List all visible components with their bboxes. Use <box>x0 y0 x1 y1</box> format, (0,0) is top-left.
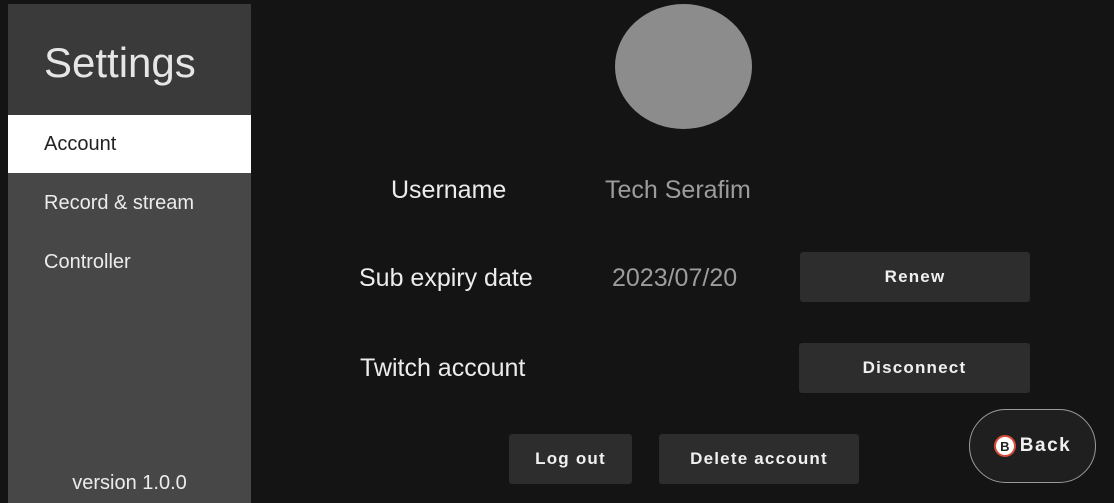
sidebar-item-label: Controller <box>44 250 131 273</box>
back-label: Back <box>1019 435 1072 456</box>
avatar <box>615 4 752 129</box>
sidebar-item-label: Account <box>44 132 117 155</box>
twitch-account-label: Twitch account <box>360 354 526 382</box>
version-text: version 1.0.0 <box>72 472 187 494</box>
sidebar-header: Settings <box>8 4 251 115</box>
b-button-icon: B <box>993 435 1016 457</box>
sidebar-item-record-stream[interactable]: Record & stream <box>8 174 251 232</box>
disconnect-button[interactable]: Disconnect <box>799 343 1030 393</box>
back-button[interactable]: B Back <box>969 409 1096 483</box>
delete-account-button[interactable]: Delete account <box>659 434 859 484</box>
username-label: Username <box>391 176 507 204</box>
renew-button[interactable]: Renew <box>800 252 1030 302</box>
sidebar: Settings Account Record & stream Control… <box>8 4 251 503</box>
log-out-button[interactable]: Log out <box>509 434 632 484</box>
sub-expiry-value: 2023/07/20 <box>612 264 738 292</box>
sidebar-item-controller[interactable]: Controller <box>8 233 251 291</box>
username-value: Tech Serafim <box>605 176 751 204</box>
settings-screen: Settings Account Record & stream Control… <box>0 0 1114 503</box>
sidebar-item-label: Record & stream <box>44 191 195 214</box>
page-title: Settings <box>44 39 196 86</box>
sidebar-item-account[interactable]: Account <box>8 115 251 173</box>
sub-expiry-label: Sub expiry date <box>359 264 533 292</box>
